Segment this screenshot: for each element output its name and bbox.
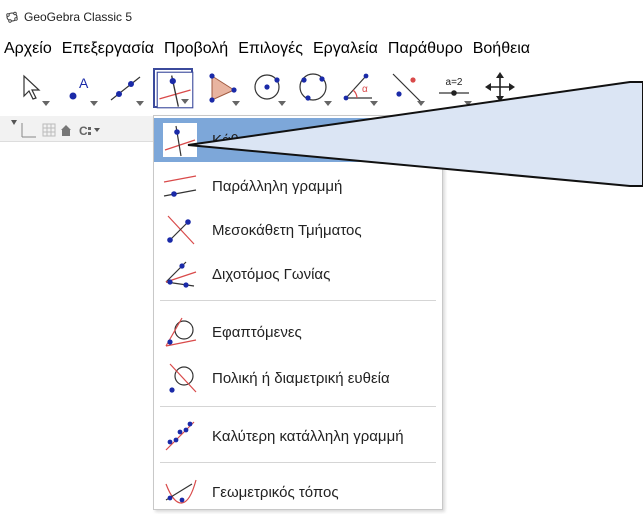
- tool-move-graphics[interactable]: [480, 68, 520, 108]
- menu-options[interactable]: Επιλογές: [236, 40, 305, 58]
- menu-item-tangents[interactable]: Εφαπτόμενες: [154, 310, 442, 354]
- title-bar: GeoGebra Classic 5: [0, 0, 643, 34]
- menu-item-polar-line[interactable]: Πολική ή διαμετρική ευθεία: [154, 356, 442, 400]
- slider-label: a=2: [446, 77, 463, 88]
- menu-file[interactable]: Αρχείο: [2, 40, 54, 58]
- menu-edit[interactable]: Επεξεργασία: [60, 40, 156, 58]
- tool-circle-three-points[interactable]: [294, 68, 334, 108]
- perpendicular-line-icon: [156, 71, 194, 109]
- tool-point[interactable]: A: [60, 68, 100, 108]
- best-fit-line-icon: [162, 418, 198, 454]
- menu-separator: [160, 300, 436, 301]
- tool-submenu-indicator: [510, 101, 518, 106]
- menu-item-label: Διχοτόμος Γωνίας: [212, 265, 331, 283]
- menu-item-perpendicular-line[interactable]: Κάθ: [154, 118, 442, 162]
- tool-submenu-indicator: [136, 101, 144, 106]
- menu-item-parallel-line[interactable]: Παράλληλη γραμμή: [154, 164, 442, 208]
- tool-polygon[interactable]: [202, 68, 242, 108]
- menu-item-label: Πολική ή διαμετρική ευθεία: [212, 369, 390, 387]
- menu-item-label: Εφαπτόμενες: [212, 323, 302, 341]
- menu-item-label: Κάθ: [212, 131, 239, 149]
- menu-item-label: Καλύτερη κατάλληλη γραμμή: [212, 427, 404, 445]
- menu-item-label: Μεσοκάθετη Τμήματος: [212, 221, 362, 239]
- menu-item-label: Παράλληλη γραμμή: [212, 177, 343, 195]
- tool-submenu-indicator: [370, 101, 378, 106]
- chevron-down-icon[interactable]: [94, 128, 100, 132]
- tangents-icon: [162, 314, 198, 350]
- menu-separator: [160, 462, 436, 463]
- polar-line-icon: [162, 360, 198, 396]
- graphics-view-left[interactable]: [0, 143, 153, 510]
- collapse-triangle-icon[interactable]: [11, 120, 17, 125]
- tool-submenu-indicator: [181, 99, 189, 104]
- locus-icon: [162, 474, 198, 510]
- tool-submenu-indicator: [417, 101, 425, 106]
- tool-reflect[interactable]: [387, 68, 427, 108]
- grid-toggle-icon[interactable]: [42, 123, 56, 137]
- menu-item-label: Γεωμετρικός τόπος: [212, 483, 339, 501]
- tool-submenu-indicator: [42, 101, 50, 106]
- tool-perpendicular-line[interactable]: [153, 68, 194, 109]
- window-title: GeoGebra Classic 5: [24, 10, 133, 24]
- tool-submenu-indicator: [232, 101, 240, 106]
- tool-angle[interactable]: α: [340, 68, 380, 108]
- tool-submenu-indicator: [324, 101, 332, 106]
- menu-help[interactable]: Βοήθεια: [471, 40, 532, 58]
- menu-item-perpendicular-bisector[interactable]: Μεσοκάθετη Τμήματος: [154, 208, 442, 252]
- tool-circle-center-point[interactable]: [248, 68, 288, 108]
- parallel-line-icon: [162, 168, 198, 204]
- menu-view[interactable]: Προβολή: [162, 40, 230, 58]
- angle-label: α: [362, 84, 368, 95]
- svg-text:C: C: [79, 124, 88, 138]
- home-icon[interactable]: [61, 125, 71, 136]
- menu-item-locus[interactable]: Γεωμετρικός τόπος: [154, 470, 442, 514]
- tool-line[interactable]: [106, 68, 146, 108]
- point-label: A: [79, 75, 89, 91]
- menu-tools[interactable]: Εργαλεία: [311, 40, 380, 58]
- tool-submenu-indicator: [464, 101, 472, 106]
- menu-item-angle-bisector[interactable]: Διχοτόμος Γωνίας: [154, 252, 442, 296]
- menu-separator: [160, 406, 436, 407]
- axes-toggle-icon[interactable]: [21, 123, 36, 138]
- geogebra-logo-icon: [6, 11, 18, 23]
- menu-window[interactable]: Παράθυρο: [386, 40, 465, 58]
- tool-dropdown-menu: Κάθ Παράλληλη γραμμή Μεσοκάθετη Τμήματος: [153, 115, 443, 510]
- menu-bar: Αρχείο Επεξεργασία Προβολή Επιλογές Εργα…: [0, 36, 643, 62]
- perpendicular-line-icon: [162, 122, 198, 158]
- toolbar: A α a=2: [0, 63, 643, 115]
- tool-submenu-indicator: [278, 101, 286, 106]
- point-capture-icon[interactable]: C: [79, 124, 91, 138]
- tool-submenu-indicator: [90, 101, 98, 106]
- perpendicular-bisector-icon: [162, 212, 198, 248]
- angle-bisector-icon: [162, 256, 198, 292]
- graphics-style-bar: C: [0, 116, 153, 142]
- menu-item-best-fit-line[interactable]: Καλύτερη κατάλληλη γραμμή: [154, 414, 442, 458]
- tool-move[interactable]: [12, 68, 52, 108]
- tool-slider[interactable]: a=2: [434, 68, 474, 108]
